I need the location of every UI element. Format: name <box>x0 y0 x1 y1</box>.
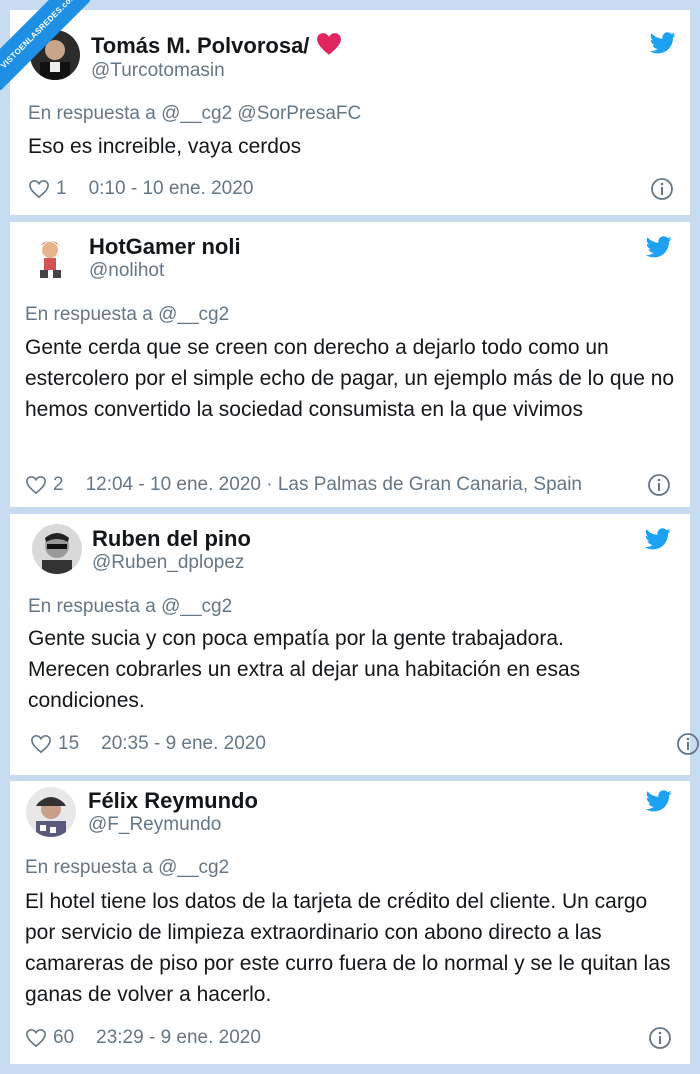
tweet-card: Tomás M. Polvorosa/ @Turcotomasin En res… <box>10 10 690 215</box>
display-name[interactable]: Félix Reymundo <box>88 788 258 814</box>
tweet-meta: 15 20:35 - 9 ene. 2020 <box>30 733 266 755</box>
like-count: 60 <box>53 1027 75 1048</box>
like-count: 2 <box>53 474 64 495</box>
info-icon[interactable] <box>647 473 671 497</box>
twitter-bird-icon[interactable] <box>650 32 676 54</box>
timestamp[interactable]: 23:29 - 9 ene. 2020 <box>96 1027 261 1049</box>
twitter-bird-icon[interactable] <box>645 528 671 550</box>
tweet-text: El hotel tiene los datos de la tarjeta d… <box>25 890 671 1006</box>
like-count: 15 <box>58 733 80 754</box>
display-name[interactable]: Tomás M. Polvorosa/ <box>91 32 342 59</box>
timestamp[interactable]: 20:35 - 9 ene. 2020 <box>101 733 266 755</box>
info-icon[interactable] <box>676 732 700 756</box>
tweet-text: Eso es increible, vaya cerdos <box>28 135 302 158</box>
user-handle[interactable]: @Turcotomasin <box>91 60 225 82</box>
like-heart-icon[interactable] <box>25 475 47 495</box>
tweet-text: Gente sucia y con poca empatía por la ge… <box>28 627 581 712</box>
tweet-text: Gente cerda que se creen con derecho a d… <box>25 336 675 421</box>
like-count: 1 <box>56 178 67 199</box>
twitter-bird-icon[interactable] <box>646 790 672 812</box>
avatar[interactable] <box>26 787 76 837</box>
tweet-card: Ruben del pino @Ruben_dplopez En respues… <box>10 514 699 775</box>
reply-context[interactable]: En respuesta a @__cg2 <box>25 304 229 326</box>
heart-emoji-icon <box>316 33 341 55</box>
tweet-meta: 60 23:29 - 9 ene. 2020 <box>25 1027 261 1049</box>
avatar[interactable] <box>26 234 76 284</box>
user-handle[interactable]: @nolihot <box>89 260 164 282</box>
timestamp[interactable]: 12:04 - 10 ene. 2020 · Las Palmas de Gra… <box>86 474 582 496</box>
timestamp[interactable]: 0:10 - 10 ene. 2020 <box>89 178 254 200</box>
tweet-meta: 1 0:10 - 10 ene. 2020 <box>28 178 253 200</box>
reply-context[interactable]: En respuesta a @__cg2 <box>28 596 232 618</box>
info-icon[interactable] <box>648 1026 672 1050</box>
twitter-bird-icon[interactable] <box>646 236 672 258</box>
watermark-ribbon: VISTOENLASREDES.com <box>0 0 90 90</box>
tweet-meta: 2 12:04 - 10 ene. 2020 · Las Palmas de G… <box>25 474 582 496</box>
user-handle[interactable]: @F_Reymundo <box>88 814 221 836</box>
display-name[interactable]: Ruben del pino <box>92 526 251 552</box>
like-heart-icon[interactable] <box>30 734 52 754</box>
tweet-card: Félix Reymundo @F_Reymundo En respuesta … <box>10 781 690 1064</box>
like-heart-icon[interactable] <box>28 179 50 199</box>
info-icon[interactable] <box>650 177 674 201</box>
avatar[interactable] <box>32 524 82 574</box>
tweet-card: HotGamer noli @nolihot En respuesta a @_… <box>10 222 690 507</box>
display-name[interactable]: HotGamer noli <box>89 234 241 260</box>
user-handle[interactable]: @Ruben_dplopez <box>92 552 244 574</box>
reply-context[interactable]: En respuesta a @__cg2 <box>25 857 229 879</box>
watermark-text: VISTOENLASREDES.com <box>0 0 90 90</box>
like-heart-icon[interactable] <box>25 1028 47 1048</box>
reply-context[interactable]: En respuesta a @__cg2 @SorPresaFC <box>28 103 361 125</box>
